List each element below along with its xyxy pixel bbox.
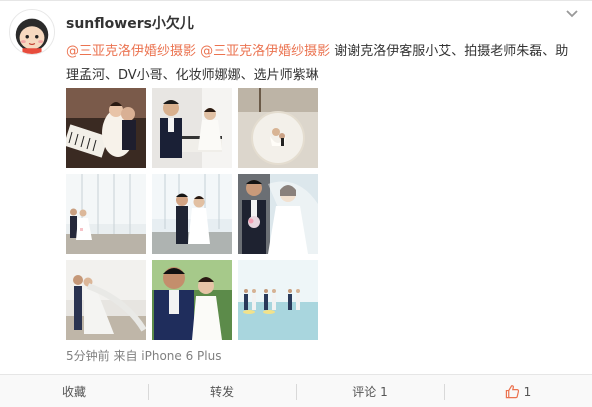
photo-thumbnail[interactable] <box>66 260 146 340</box>
photo-thumbnail[interactable] <box>238 260 318 340</box>
like-button[interactable]: 1 <box>444 375 592 407</box>
mention-link[interactable]: @三亚克洛伊婚纱摄影 <box>200 44 330 59</box>
photo-thumbnail[interactable] <box>152 174 232 254</box>
mention-link[interactable]: @三亚克洛伊婚纱摄影 <box>66 44 196 59</box>
like-count: 1 <box>523 384 532 399</box>
photo-thumbnail[interactable] <box>238 174 318 254</box>
post-meta: 5分钟前 来自 iPhone 6 Plus <box>66 349 222 363</box>
weibo-post-card: sunflowers小欠儿 @三亚克洛伊婚纱摄影 @三亚克洛伊婚纱摄影 谢谢克洛… <box>0 0 592 407</box>
comment-label: 评论 1 <box>352 385 388 399</box>
action-bar: 收藏 转发 评论 1 1 <box>0 374 592 407</box>
photo-thumbnail[interactable] <box>66 88 146 168</box>
cartoon-girl-avatar-icon <box>10 10 54 54</box>
photo-thumbnail[interactable] <box>152 88 232 168</box>
comment-button[interactable]: 评论 1 <box>296 375 444 407</box>
favorite-button[interactable]: 收藏 <box>0 375 148 407</box>
favorite-label: 收藏 <box>61 385 86 399</box>
post-text: @三亚克洛伊婚纱摄影 @三亚克洛伊婚纱摄影 谢谢克洛伊客服小艾、拍摄老师朱磊、助… <box>66 40 576 88</box>
photo-thumbnail[interactable] <box>152 260 232 340</box>
avatar[interactable] <box>9 9 55 55</box>
photo-thumbnail[interactable] <box>238 88 318 168</box>
chevron-down-icon[interactable] <box>565 9 579 19</box>
repost-button[interactable]: 转发 <box>148 375 296 407</box>
thumbs-up-icon <box>505 385 519 399</box>
post-username[interactable]: sunflowers小欠儿 <box>66 13 194 33</box>
photo-thumbnail[interactable] <box>66 174 146 254</box>
repost-label: 转发 <box>209 385 234 399</box>
